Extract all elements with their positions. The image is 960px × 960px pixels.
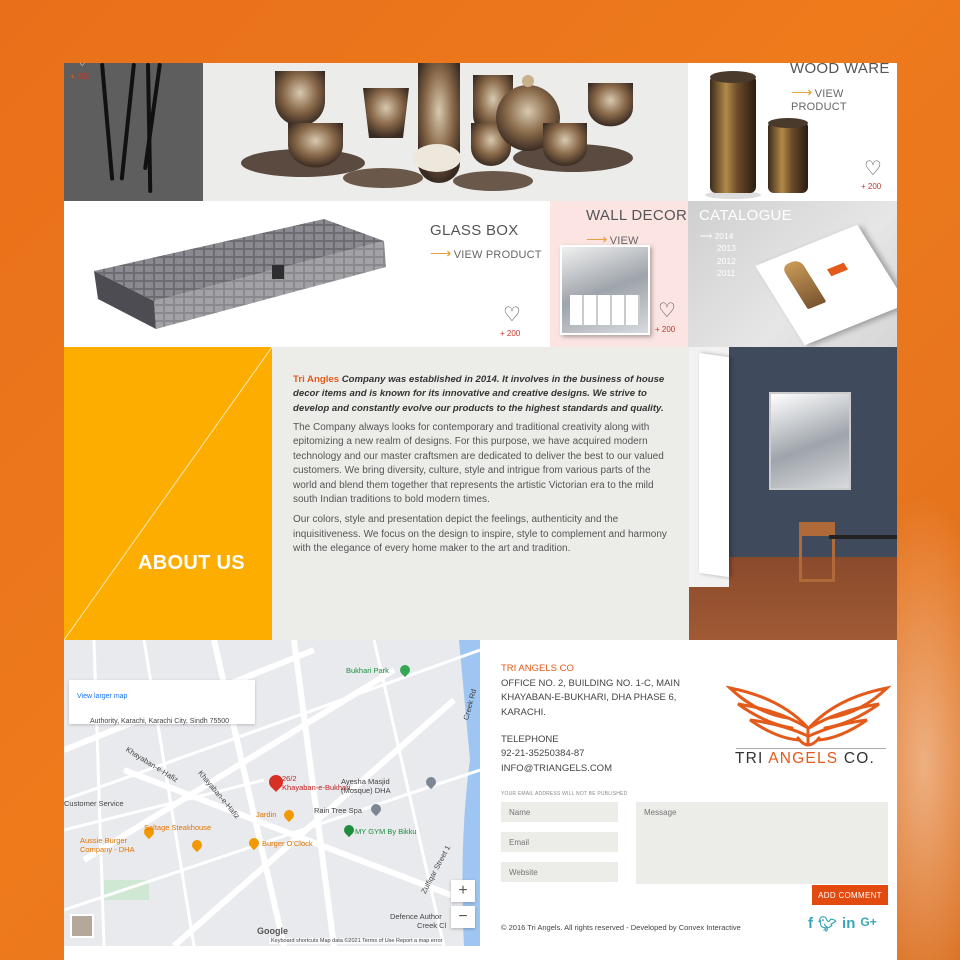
map-place-label[interactable]: Saltage Steakhouse [144,823,211,832]
view-product-link[interactable]: ⟶VIEW PRODUCT [791,83,897,113]
message-field[interactable] [636,802,888,884]
heart-icon[interactable]: ♡ [864,159,882,179]
email-address[interactable]: INFO@TRIANGELS.COM [501,762,612,776]
zoom-in-button[interactable]: + [451,880,475,902]
catalogue-year-2011[interactable]: 2011 [700,267,736,279]
map-place-label[interactable]: Aussie Burger [80,836,127,845]
likes-count: + 200 [70,72,91,81]
add-comment-button[interactable]: ADD COMMENT [812,885,888,905]
map-pin-label: 26/2 [282,774,297,783]
about-title: ABOUT US [138,552,245,574]
arrow-right-icon: ⟶ [791,84,813,101]
likes-count: + 200 [861,182,882,191]
linkedin-icon[interactable]: in [842,915,855,933]
map-pin-label: Khayaban-e-Bukhari... [282,783,357,792]
map-place-label[interactable]: Customer Service [64,799,124,808]
company-address: OFFICE NO. 2, BUILDING NO. 1-C, MAIN KHA… [501,678,680,718]
form-note: YOUR EMAIL ADDRESS WILL NOT BE PUBLISHED [501,791,628,797]
table [829,535,897,539]
map-place-label[interactable]: Burger O'Clock [262,839,313,848]
company-name: TRI ANGELS CO [501,663,574,674]
about-text-panel: Tri Angles Company was established in 20… [272,347,689,640]
glass-box-image [94,219,386,329]
arrow-right-icon: ⟶ [430,245,452,262]
stool-leg [119,63,136,181]
website-field[interactable] [501,862,618,882]
telephone-number[interactable]: 92-21-35250384-87 [501,747,612,761]
catalogue-image [755,224,897,346]
heart-icon[interactable]: ♡ [503,305,521,325]
telephone-label: TELEPHONE [501,734,559,745]
map-place-label[interactable]: Company - DHA [80,845,135,854]
product-tile-glass-box[interactable]: GLASS BOX ⟶ VIEW PRODUCT ♡ + 200 [64,201,550,347]
likes-count: + 200 [655,325,676,334]
map-info-address: Authority, Karachi, Karachi City, Sindh … [90,718,230,725]
contact-details: TELEPHONE 92-21-35250384-87 INFO@TRIANGE… [501,733,612,776]
chair [799,522,835,582]
page: ♡ + 200 [64,63,897,960]
map-place-label[interactable]: Rain Tree Spa [314,806,362,815]
copyright-text: © 2016 Tri Angels. All rights reserved -… [501,923,741,932]
product-tile-catalogue[interactable]: CATALOGUE ⟶ 2014 2013 2012 2011 [688,201,897,347]
product-tile-stool[interactable]: ♡ + 200 [64,63,203,201]
map-embed[interactable]: Authority, Karachi, Karachi City, Sindh … [64,640,480,946]
logo-text: TRI ANGELS CO. [735,750,875,767]
stool-leg [100,63,115,181]
about-paragraph: The Company always looks for contemporar… [293,421,664,505]
brand-name: Tri Angles [293,374,340,385]
product-title: WALL DECOR [586,207,688,224]
heart-icon[interactable]: ♡ [76,63,89,68]
tea-set-image [241,63,633,191]
product-title: WOOD WARE [790,63,890,77]
product-tile-wall-decor[interactable]: WALL DECOR ⟶VIEW PRODUCT ♡ + 200 [550,201,688,347]
product-tile-wood-ware[interactable]: WOOD WARE ⟶ VIEW PRODUCT ♡ + 200 [688,63,897,201]
logo-divider [736,748,886,749]
likes-count: + 200 [500,329,521,338]
map-satellite-toggle[interactable] [70,914,94,938]
product-title: GLASS BOX [430,222,519,239]
view-larger-map-link[interactable]: View larger map [77,693,247,700]
about-paragraph: Our colors, style and presentation depic… [293,514,667,555]
contact-panel: TRI ANGELS CO OFFICE NO. 2, BUILDING NO.… [480,640,897,960]
catalogue-year-2012[interactable]: 2012 [700,255,736,267]
wall-art [769,392,851,490]
map-place-label[interactable]: Defence Author [390,912,442,921]
google-plus-icon[interactable]: G+ [860,915,876,933]
map-info-box: Authority, Karachi, Karachi City, Sindh … [69,680,255,725]
map-place-label[interactable]: MY GYM By Bikku [355,827,417,836]
social-links: f 🐦︎ in G+ [808,915,877,933]
zoom-out-button[interactable]: − [451,906,475,928]
name-field[interactable] [501,802,618,822]
catalogue-year-2014[interactable]: ⟶ 2014 [700,230,736,242]
product-tile-tea-set[interactable] [203,63,688,201]
room-photo [689,347,897,640]
about-us-panel: ABOUT US [64,347,272,640]
diagonal-line [64,347,272,640]
map-footer[interactable]: Keyboard shortcuts Map data ©2021 Terms … [269,938,445,944]
facebook-icon[interactable]: f [808,915,813,933]
product-title: CATALOGUE [699,207,792,224]
email-field[interactable] [501,832,618,852]
map-place-label[interactable]: Jardin [256,810,276,819]
catalogue-years: ⟶ 2014 2013 2012 2011 [700,230,736,279]
google-logo: Google [257,926,288,936]
twitter-icon[interactable]: 🐦︎ [818,915,837,933]
heart-icon[interactable]: ♡ [658,301,676,321]
view-product-link[interactable]: ⟶VIEW PRODUCT [430,244,542,262]
map-place-label[interactable]: Bukhari Park [346,666,389,675]
catalogue-year-2013[interactable]: 2013 [700,242,736,254]
map-place-label[interactable]: Creek Cl [417,921,446,930]
about-intro: Tri Angles Company was established in 20… [293,374,665,414]
wall-decor-image [560,245,650,335]
